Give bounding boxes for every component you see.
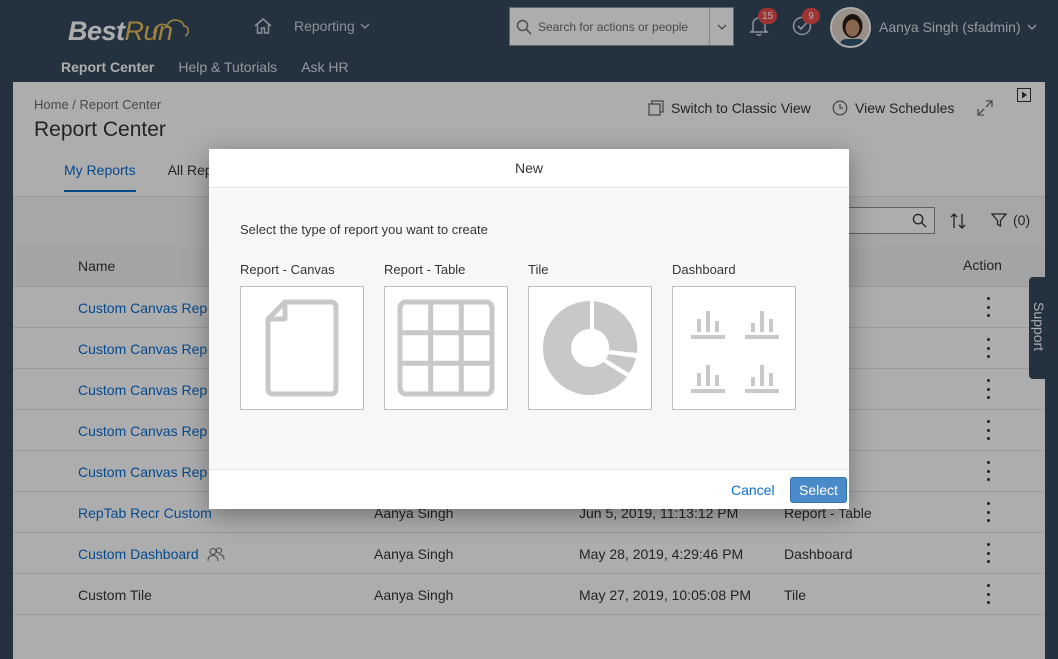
option-report-canvas[interactable]: Report - Canvas <box>240 262 364 410</box>
dialog-body: Select the type of report you want to cr… <box>209 189 849 469</box>
cancel-button[interactable]: Cancel <box>723 477 783 503</box>
table-grid-icon <box>397 299 495 397</box>
option-tile[interactable] <box>240 286 364 410</box>
dialog-footer: Cancel Select <box>209 469 849 509</box>
donut-chart-icon <box>543 301 638 395</box>
option-label: Dashboard <box>672 262 736 277</box>
document-icon <box>265 299 339 397</box>
option-report-table[interactable]: Report - Table <box>384 262 508 410</box>
option-label: Report - Table <box>384 262 466 277</box>
select-button[interactable]: Select <box>790 477 847 503</box>
option-tile[interactable] <box>384 286 508 410</box>
option-tile[interactable] <box>672 286 796 410</box>
new-report-dialog: New Select the type of report you want t… <box>209 149 849 509</box>
option-tile[interactable] <box>528 286 652 410</box>
dashboard-charts-icon <box>691 311 779 393</box>
option-label: Report - Canvas <box>240 262 335 277</box>
option-tile-report[interactable]: Tile <box>528 262 652 410</box>
option-label: Tile <box>528 262 549 277</box>
option-dashboard[interactable]: Dashboard <box>672 262 796 410</box>
dialog-prompt: Select the type of report you want to cr… <box>240 222 488 237</box>
dialog-title: New <box>514 160 543 176</box>
dialog-header: New <box>209 149 849 188</box>
